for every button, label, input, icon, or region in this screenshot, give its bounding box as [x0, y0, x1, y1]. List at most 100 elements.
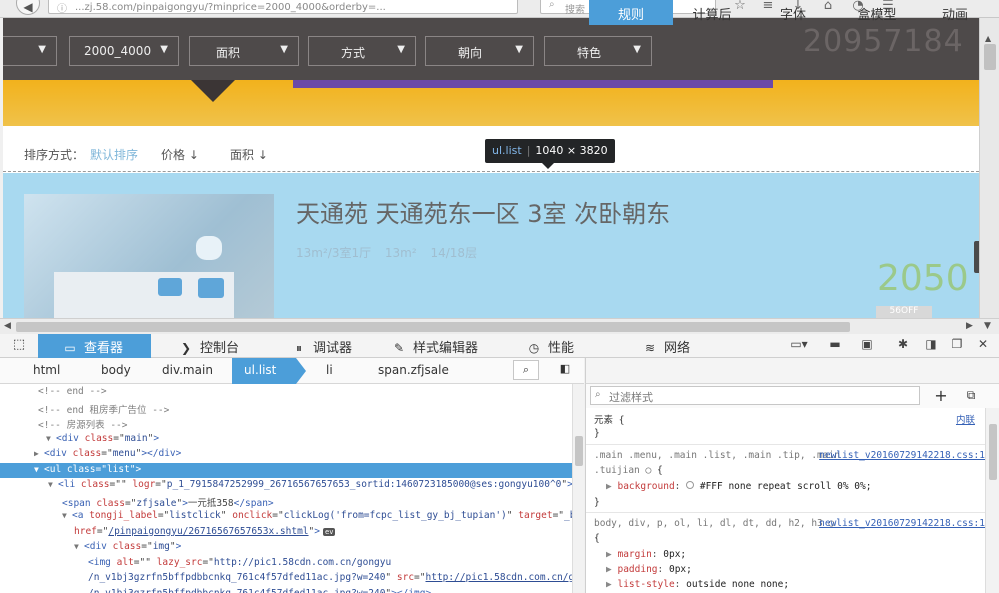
screenshot-icon[interactable]: ▣: [858, 337, 876, 355]
declaration-property[interactable]: margin: [617, 549, 651, 560]
rule-source-link[interactable]: newlist_v20160729142218.css:1: [819, 518, 985, 529]
tab-box-model[interactable]: 盒模型: [846, 0, 908, 25]
scroll-up-icon[interactable]: ▲: [985, 34, 991, 43]
expand-twisty-icon[interactable]: ▶: [606, 579, 612, 590]
url-bar[interactable]: ⓘ ...zj.58.com/pinpaigongyu/?minprice=20…: [48, 0, 518, 14]
collapse-twisty-icon[interactable]: ▼: [46, 434, 56, 443]
declaration-value[interactable]: 0px;: [669, 564, 692, 575]
element-rule-source[interactable]: 内联: [956, 412, 975, 426]
scrollbar-thumb[interactable]: [989, 424, 997, 480]
scrollbar-thumb[interactable]: [575, 436, 583, 466]
page-vertical-scrollbar[interactable]: ▲: [979, 18, 999, 318]
tab-debugger[interactable]: ⏸ 调试器: [291, 334, 352, 358]
expand-twisty-icon[interactable]: ▶: [34, 449, 44, 458]
sort-default-link[interactable]: 默认排序: [90, 146, 138, 163]
element-rule-selector[interactable]: 元素 {: [594, 412, 624, 426]
markup-node-selected[interactable]: ▼ <ul class="list">: [0, 462, 572, 478]
collapse-twisty-icon[interactable]: ▼: [62, 511, 72, 520]
markup-tree[interactable]: <!-- end --> <!-- end 租房季广告位 --> <!-- 房源列表…: [0, 384, 572, 593]
collapse-twisty-icon[interactable]: ▼: [74, 542, 84, 551]
markup-node[interactable]: ▼ <a tongji_label="listclick" onclick="cl…: [0, 509, 572, 525]
tab-fonts[interactable]: 字体: [766, 0, 820, 25]
markup-scrollbar[interactable]: [572, 384, 584, 593]
breadcrumb-item[interactable]: body: [101, 363, 131, 377]
declaration-property[interactable]: background: [617, 481, 674, 492]
tab-rules[interactable]: 规则: [589, 0, 673, 25]
breadcrumb-item[interactable]: li: [326, 363, 333, 377]
markup-comment[interactable]: <!-- end -->: [0, 385, 572, 401]
declaration-value[interactable]: outside none none;: [686, 579, 789, 590]
element-picker-icon[interactable]: ⬚: [9, 337, 29, 355]
scrollbar-thumb[interactable]: [16, 322, 850, 332]
markup-node[interactable]: ▼ <div class="img">: [0, 540, 572, 556]
breadcrumb-item[interactable]: div.main: [162, 363, 213, 377]
rules-scrollbar[interactable]: [985, 408, 999, 593]
filter-dropdown-area[interactable]: 面积 ▼: [189, 36, 299, 66]
tab-animations[interactable]: 动画: [930, 0, 980, 25]
filter-checkbox-icon[interactable]: ◯: [646, 465, 652, 476]
filter-styles-input[interactable]: ⌕ 过滤样式: [590, 386, 920, 405]
rule-declaration[interactable]: ▶ padding: 0px;: [606, 564, 692, 575]
expand-twisty-icon[interactable]: ▶: [606, 481, 612, 492]
filter-dropdown-district[interactable]: ▼: [3, 36, 57, 66]
listing-photo[interactable]: [24, 194, 274, 318]
collapse-twisty-icon[interactable]: ▼: [34, 465, 44, 474]
rule-declaration[interactable]: ▶ background: #FFF none repeat scroll 0%…: [606, 481, 871, 492]
markup-node[interactable]: /n_v1bj3gzrfn5bffpdbbcnkq_761c4f57dfed11…: [0, 571, 572, 587]
collapse-twisty-icon[interactable]: ▼: [48, 480, 58, 489]
scroll-right-icon[interactable]: ▶: [966, 321, 973, 331]
declaration-property[interactable]: list-style: [617, 579, 674, 590]
toggle-sidebar-icon[interactable]: ◧: [556, 362, 574, 380]
declaration-value[interactable]: 0px;: [663, 549, 686, 560]
markup-node[interactable]: ▶ <div class="menu"></div>: [0, 447, 572, 463]
back-button[interactable]: ◀: [16, 0, 40, 15]
tab-style-editor[interactable]: ✎ 样式编辑器: [391, 334, 478, 358]
add-rule-button[interactable]: +: [932, 386, 950, 405]
breadcrumb-item-selected[interactable]: ul.list: [232, 358, 306, 384]
dock-side-icon[interactable]: ◨: [922, 337, 940, 355]
tab-computed[interactable]: 计算后: [680, 0, 744, 25]
responsive-mode-icon[interactable]: ▭▾: [786, 337, 812, 355]
filter-dropdown-feature[interactable]: 特色 ▼: [544, 36, 652, 66]
rule-selector[interactable]: body, div, p, ol, li, dl, dt, dd, h2, h3: [594, 518, 823, 529]
expand-twisty-icon[interactable]: ▶: [606, 549, 612, 560]
expand-twisty-icon[interactable]: ▶: [606, 564, 612, 575]
markup-comment[interactable]: <!-- end 租房季广告位 -->: [0, 401, 572, 417]
markup-search-icon[interactable]: ⌕: [513, 360, 539, 380]
tab-network[interactable]: ≋ 网络: [642, 334, 690, 358]
sort-price-link[interactable]: 价格 ↓: [161, 146, 199, 163]
rule-source-link[interactable]: newlist_v20160729142218.css:1: [819, 450, 985, 461]
filter-dropdown-mode[interactable]: 方式 ▼: [308, 36, 416, 66]
sort-area-link[interactable]: 面积 ↓: [230, 146, 268, 163]
toggle-pseudo-class-icon[interactable]: ⧉: [962, 388, 980, 406]
tab-inspector[interactable]: ▭ 查看器: [38, 334, 151, 358]
rule-declaration[interactable]: ▶ list-style: outside none none;: [606, 579, 789, 590]
rule-declaration[interactable]: ▶ margin: 0px;: [606, 549, 686, 560]
close-icon[interactable]: ✕: [974, 337, 992, 355]
markup-node[interactable]: href="/pinpaigongyu/26716567657653x.shtm…: [0, 525, 572, 541]
split-console-icon[interactable]: ▬: [826, 337, 844, 355]
declaration-value[interactable]: #FFF none repeat scroll 0% 0%;: [700, 481, 872, 492]
breadcrumb-item[interactable]: span.zfjsale: [378, 363, 449, 377]
settings-gear-icon[interactable]: ✱: [894, 337, 912, 355]
markup-node[interactable]: /n_v1bj3gzrfn5bffpdbbcnkq_761c4f57dfed11…: [0, 587, 572, 593]
color-swatch-icon[interactable]: [686, 481, 695, 489]
home-icon[interactable]: ⌂: [818, 0, 838, 16]
markup-node[interactable]: <img alt="" lazy_src="http://pic1.58cdn.…: [0, 556, 572, 572]
page-horizontal-scrollbar[interactable]: ◀ ▶ ▼: [0, 318, 999, 334]
markup-comment[interactable]: <!-- 房源列表 -->: [0, 416, 572, 432]
markup-node[interactable]: ▼ <li class="" logr="p_1_7915847252999_26…: [0, 478, 572, 494]
breadcrumb-item[interactable]: html: [33, 363, 60, 377]
scrollbar-thumb[interactable]: [984, 44, 996, 70]
markup-node[interactable]: <span class="zfjsale">一元抵358</span>: [0, 494, 572, 510]
declaration-property[interactable]: padding: [617, 564, 657, 575]
scroll-down-icon[interactable]: ▼: [984, 321, 991, 331]
filter-dropdown-price[interactable]: 2000_4000 ▼: [69, 36, 179, 66]
scroll-left-icon[interactable]: ◀: [4, 321, 11, 331]
undock-window-icon[interactable]: ❐: [948, 337, 966, 355]
filter-dropdown-orientation[interactable]: 朝向 ▼: [425, 36, 534, 66]
markup-node[interactable]: ▼ <div class="main">: [0, 432, 572, 448]
tab-performance[interactable]: ◷ 性能: [526, 334, 574, 358]
listing-title[interactable]: 天通苑 天通苑东一区 3室 次卧朝东: [296, 194, 670, 229]
rule-selector[interactable]: .main .menu, .main .list, .main .tip, .m…: [594, 450, 840, 461]
